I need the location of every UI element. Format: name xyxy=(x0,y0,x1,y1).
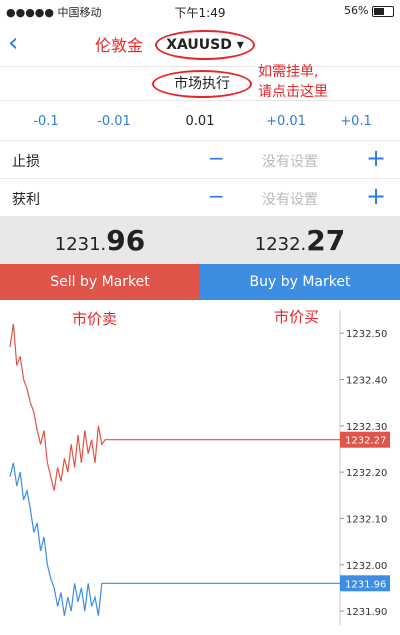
series-line-0 xyxy=(9,323,340,491)
battery-percent: 56% xyxy=(344,4,369,17)
y-tick-label: 1232.30 xyxy=(346,422,387,433)
annotation-line-1: 如需挂单, xyxy=(258,64,319,80)
step-plus-0-01[interactable]: +0.01 xyxy=(256,114,316,129)
stop-loss-label: 止损 xyxy=(12,154,40,170)
stop-loss-value[interactable]: 没有设置 xyxy=(262,151,318,171)
battery-icon xyxy=(372,5,394,17)
sell-by-market-button[interactable]: Sell by Market xyxy=(0,264,200,300)
annotation-buy: 市价买 xyxy=(274,308,320,326)
annotation-line-2: 请点击这里 xyxy=(258,84,328,100)
y-tick-label: 1232.20 xyxy=(346,468,387,479)
buy-price: 1232.27 xyxy=(200,224,400,257)
sell-price: 1231.96 xyxy=(0,224,200,257)
annotation-pending-order: 如需挂单, 请点击这里 xyxy=(258,62,328,102)
current-price-label-1: 1231.96 xyxy=(345,579,386,590)
nav-bar: ‹ 伦敦金 XAUUSD ▾ xyxy=(0,22,400,67)
take-profit-value[interactable]: 没有设置 xyxy=(262,189,318,209)
annotation-sell: 市价卖 xyxy=(72,310,118,328)
back-chevron-icon[interactable]: ‹ xyxy=(8,28,18,58)
y-tick-label: 1232.40 xyxy=(346,375,387,386)
stop-loss-minus-button[interactable]: − xyxy=(208,146,225,170)
y-tick-label: 1232.10 xyxy=(346,514,387,525)
y-tick-label: 1231.90 xyxy=(346,607,387,618)
execution-mode-selector[interactable]: 市场执行 xyxy=(152,70,252,98)
sell-price-big: 96 xyxy=(106,224,146,257)
step-minus-0-01[interactable]: -0.01 xyxy=(84,114,144,129)
status-bar: ●●●●● 中国移动 下午1:49 56% xyxy=(0,0,400,22)
buy-price-main: 1232. xyxy=(254,234,307,255)
clock: 下午1:49 xyxy=(174,6,226,20)
buy-by-market-button[interactable]: Buy by Market xyxy=(200,264,400,300)
volume-stepper: -0.1 -0.01 0.01 +0.01 +0.1 xyxy=(0,108,400,138)
battery-status: 56% xyxy=(344,4,394,17)
step-minus-0-1[interactable]: -0.1 xyxy=(16,114,76,129)
sell-price-main: 1231. xyxy=(54,234,107,255)
take-profit-row: 获利 − 没有设置 + xyxy=(0,178,400,217)
buy-price-big: 27 xyxy=(306,224,346,257)
stop-loss-row: 止损 − 没有设置 + xyxy=(0,140,400,179)
stop-loss-plus-button[interactable]: + xyxy=(366,144,386,172)
price-panel: 1231.96 1232.27 xyxy=(0,216,400,264)
annotation-gold: 伦敦金 xyxy=(95,36,144,55)
take-profit-minus-button[interactable]: − xyxy=(208,184,225,208)
series-line-1 xyxy=(9,462,340,616)
price-chart: 1232.50 1232.40 1232.30 1232.20 1232.10 1232.… xyxy=(9,310,390,625)
current-price-label-0: 1232.27 xyxy=(345,436,386,447)
take-profit-label: 获利 xyxy=(12,192,40,208)
symbol-selector[interactable]: XAUUSD ▾ xyxy=(155,30,255,60)
step-plus-0-1[interactable]: +0.1 xyxy=(326,114,386,129)
y-tick-label: 1232.00 xyxy=(346,561,387,572)
execution-row: 市场执行 xyxy=(0,66,400,101)
volume-value[interactable]: 0.01 xyxy=(170,114,230,129)
y-tick-label: 1232.50 xyxy=(346,329,387,340)
take-profit-plus-button[interactable]: + xyxy=(366,182,386,210)
